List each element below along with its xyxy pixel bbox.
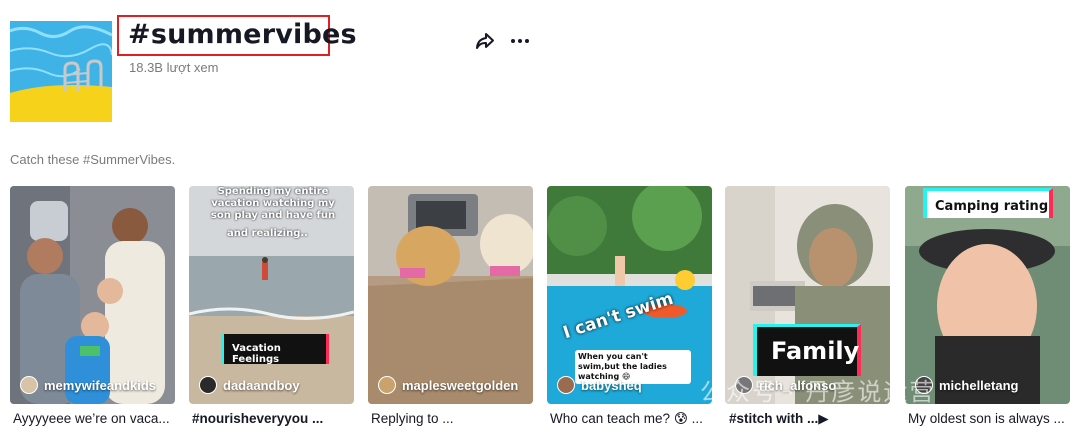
video-thumbnail [368, 186, 533, 404]
share-button[interactable] [474, 30, 496, 52]
author-name: rich_alfonso [759, 377, 837, 393]
video-card[interactable]: I can't swim When you can't swim,but the… [547, 186, 712, 404]
video-caption[interactable]: Who can teach me? 😰 ... [550, 411, 722, 427]
video-caption[interactable]: #stitch with ...▶ [729, 411, 901, 427]
video-author: memywifeandkids [20, 376, 156, 394]
video-card[interactable]: Spending my entire vacation watching my … [189, 186, 354, 404]
video-card[interactable]: Camping rating michelletang [905, 186, 1070, 404]
author-name: michelletang [939, 377, 1019, 393]
more-options-button[interactable] [509, 30, 531, 52]
video-author: babysheq [557, 376, 642, 394]
video-thumbnail [10, 186, 175, 404]
video-caption[interactable]: Ayyyyeee we’re on vaca... [13, 411, 185, 426]
more-icon [511, 39, 529, 43]
video-author: michelletang [915, 376, 1018, 394]
hashtag-title: #summervibes [128, 19, 357, 50]
video-author: dadaandboy [199, 376, 300, 394]
avatar [735, 376, 753, 394]
author-name: maplesweetgolden [402, 377, 519, 393]
avatar [378, 376, 396, 394]
author-name: memywifeandkids [44, 377, 156, 393]
video-caption[interactable]: #nourisheveryyou ... [192, 411, 364, 426]
video-author: maplesweetgolden [378, 376, 518, 394]
avatar [557, 376, 575, 394]
video-caption[interactable]: Replying to ... [371, 411, 543, 426]
video-card[interactable]: Family rich_alfonso [725, 186, 890, 404]
video-author: rich_alfonso [735, 376, 836, 394]
hashtag-description: Catch these #SummerVibes. [10, 152, 176, 167]
video-thumbnail [905, 186, 1070, 404]
video-overlay-tag: Family [753, 324, 861, 376]
view-count: 18.3B lượt xem [129, 60, 219, 75]
avatar [199, 376, 217, 394]
hashtag-cover-image [10, 21, 112, 122]
author-name: dadaandboy [223, 377, 300, 393]
video-overlay-tag: Vacation Feelings [221, 334, 329, 365]
video-caption[interactable]: My oldest son is always ... [908, 411, 1080, 426]
video-card[interactable]: memywifeandkids [10, 186, 175, 404]
hashtag-header: #summervibes 18.3B lượt xem [0, 0, 1080, 130]
share-icon [476, 33, 494, 49]
video-overlay-tag: Camping rating [923, 188, 1053, 218]
video-card[interactable]: maplesweetgolden [368, 186, 533, 404]
avatar [915, 376, 933, 394]
avatar [20, 376, 38, 394]
video-overlay-text: Spending my entire vacation watching my … [210, 186, 336, 221]
video-overlay-text: and realizing.. [227, 228, 308, 239]
author-name: babysheq [581, 377, 642, 393]
